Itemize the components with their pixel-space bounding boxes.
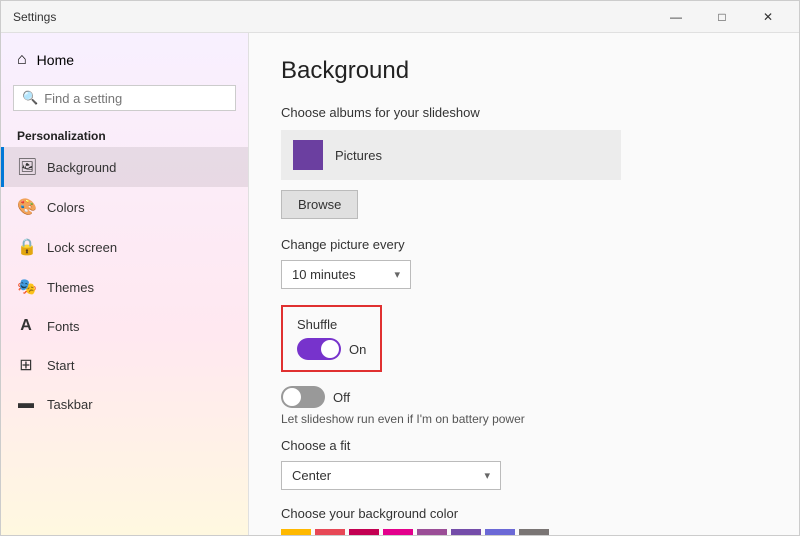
albums-label: Choose albums for your slideshow	[281, 105, 767, 120]
search-input[interactable]	[44, 91, 227, 106]
fit-value: Center	[292, 468, 331, 483]
page-title: Background	[281, 57, 767, 85]
fonts-icon: A	[17, 317, 35, 335]
sidebar-label-start: Start	[47, 358, 74, 373]
minimize-button[interactable]: —	[653, 1, 699, 33]
color-swatch[interactable]	[349, 529, 379, 535]
settings-window: Settings — □ ✕ ⌂ Home 🔍 Personalization …	[0, 0, 800, 536]
close-button[interactable]: ✕	[745, 1, 791, 33]
battery-state: Off	[333, 390, 350, 405]
sidebar-label-background: Background	[47, 160, 116, 175]
color-swatch[interactable]	[519, 529, 549, 535]
shuffle-state: On	[349, 342, 366, 357]
sidebar: ⌂ Home 🔍 Personalization 🖼 Background 🎨 …	[1, 33, 249, 535]
sidebar-item-lock-screen[interactable]: 🔒 Lock screen	[1, 227, 248, 267]
lock-icon: 🔒	[17, 237, 35, 257]
sidebar-label-taskbar: Taskbar	[47, 397, 93, 412]
background-icon: 🖼	[17, 157, 35, 177]
shuffle-toggle-thumb	[321, 340, 339, 358]
home-label: Home	[37, 52, 74, 68]
fit-dropdown[interactable]: Center ▾	[281, 461, 501, 490]
battery-toggle[interactable]	[281, 386, 325, 408]
color-grid	[281, 529, 767, 535]
themes-icon: 🎭	[17, 277, 35, 297]
colors-icon: 🎨	[17, 197, 35, 217]
sidebar-item-fonts[interactable]: A Fonts	[1, 307, 248, 345]
start-icon: ⊞	[17, 355, 35, 375]
album-name: Pictures	[335, 148, 382, 163]
fit-label: Choose a fit	[281, 438, 767, 453]
battery-row: Off	[281, 386, 767, 408]
shuffle-label: Shuffle	[297, 317, 366, 332]
color-swatch[interactable]	[281, 529, 311, 535]
browse-button[interactable]: Browse	[281, 190, 358, 219]
sidebar-label-lock-screen: Lock screen	[47, 240, 117, 255]
sidebar-section-title: Personalization	[1, 121, 248, 147]
sidebar-item-taskbar[interactable]: ▬ Taskbar	[1, 385, 248, 423]
color-swatch[interactable]	[315, 529, 345, 535]
titlebar: Settings — □ ✕	[1, 1, 799, 33]
taskbar-icon: ▬	[17, 395, 35, 413]
battery-label: Let slideshow run even if I'm on battery…	[281, 412, 767, 426]
interval-dropdown-arrow: ▾	[394, 268, 400, 281]
bg-color-label: Choose your background color	[281, 506, 767, 521]
sidebar-item-background[interactable]: 🖼 Background	[1, 147, 248, 187]
color-row-1	[281, 529, 767, 535]
search-box[interactable]: 🔍	[13, 85, 236, 111]
color-swatch[interactable]	[485, 529, 515, 535]
maximize-button[interactable]: □	[699, 1, 745, 33]
search-icon: 🔍	[22, 90, 38, 106]
shuffle-toggle-row: On	[297, 338, 366, 360]
interval-value: 10 minutes	[292, 267, 356, 282]
window-title: Settings	[13, 10, 56, 24]
sidebar-label-colors: Colors	[47, 200, 85, 215]
change-picture-label: Change picture every	[281, 237, 767, 252]
interval-dropdown[interactable]: 10 minutes ▾	[281, 260, 411, 289]
sidebar-label-fonts: Fonts	[47, 319, 80, 334]
sidebar-item-themes[interactable]: 🎭 Themes	[1, 267, 248, 307]
home-icon: ⌂	[17, 51, 27, 69]
shuffle-toggle[interactable]	[297, 338, 341, 360]
album-thumbnail	[293, 140, 323, 170]
color-swatch[interactable]	[451, 529, 481, 535]
color-swatch[interactable]	[417, 529, 447, 535]
main-content: ⌂ Home 🔍 Personalization 🖼 Background 🎨 …	[1, 33, 799, 535]
window-controls: — □ ✕	[653, 1, 791, 33]
sidebar-item-home[interactable]: ⌂ Home	[1, 41, 248, 79]
main-panel: Background Choose albums for your slides…	[249, 33, 799, 535]
fit-dropdown-arrow: ▾	[484, 469, 490, 482]
album-item[interactable]: Pictures	[281, 130, 621, 180]
sidebar-item-start[interactable]: ⊞ Start	[1, 345, 248, 385]
battery-toggle-thumb	[283, 388, 301, 406]
sidebar-label-themes: Themes	[47, 280, 94, 295]
shuffle-section: Shuffle On	[281, 305, 382, 372]
sidebar-item-colors[interactable]: 🎨 Colors	[1, 187, 248, 227]
color-swatch[interactable]	[383, 529, 413, 535]
